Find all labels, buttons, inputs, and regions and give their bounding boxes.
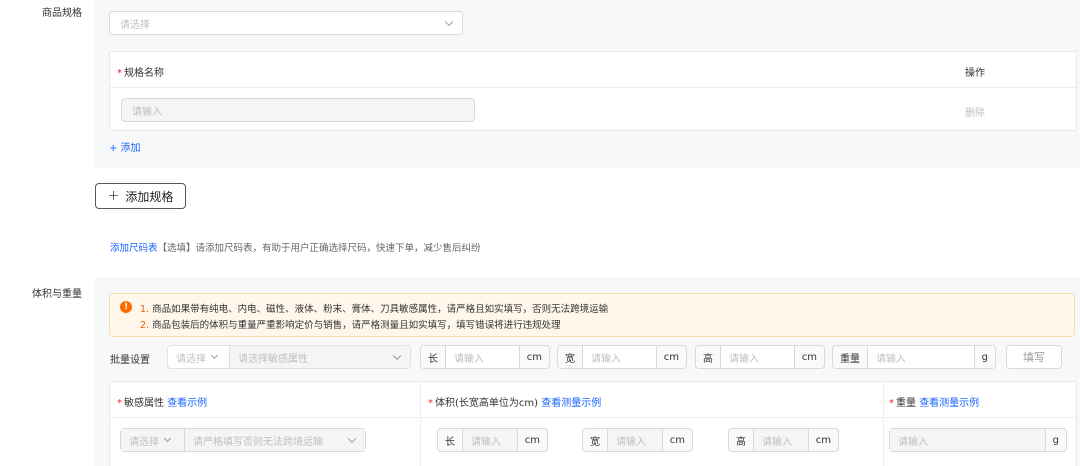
warning-icon: ! [120, 301, 132, 313]
spec-name-input[interactable]: 请输入 [121, 98, 475, 122]
volume-table: * 敏感属性 查看示例 * 体积(长宽高单位为cm) 查看测量示例 * 重量 查看测量… [109, 381, 1077, 466]
batch-height-input[interactable]: 高 请输入 cm [695, 345, 825, 369]
fill-button[interactable]: 填写 [1006, 345, 1062, 369]
batch-weight-input[interactable]: 重量 请输入 g [832, 345, 996, 369]
spec-section-label: 商品规格 [42, 8, 82, 19]
delete-button[interactable]: 删除 [965, 104, 985, 119]
plus-icon: + [107, 188, 120, 204]
col-action: 操作 [965, 68, 985, 79]
spec-table: * 规格名称 操作 请输入 删除 [109, 51, 1077, 131]
spec-select-placeholder: 请选择 [120, 19, 150, 31]
size-chart-row: 添加尺码表【选填】请添加尺码表，有助于用户正确选择尺码，快速下单，减少售后纠纷 [110, 240, 481, 254]
chevron-down-icon [444, 17, 454, 27]
row-height-input[interactable]: 高 请输入 cm [728, 428, 839, 452]
col-sensitive: * 敏感属性 查看示例 [117, 398, 208, 409]
spec-select[interactable]: 请选择 [109, 11, 463, 35]
row-sensitive-attr[interactable]: 请严格填写否则无法跨境运输 [185, 429, 365, 451]
col-volume: * 体积(长宽高单位为cm) 查看测量示例 [428, 398, 602, 409]
volume-section-label: 体积与重量 [32, 289, 82, 300]
add-row-link[interactable]: + 添加 [109, 139, 141, 154]
batch-select[interactable]: 请选择 [168, 346, 230, 368]
row-weight-input[interactable]: 请输入 g [889, 428, 1067, 452]
row-width-input[interactable]: 宽 请输入 cm [582, 428, 693, 452]
chevron-down-icon [392, 351, 402, 361]
size-chart-link[interactable]: 添加尺码表 [110, 243, 158, 254]
col-weight: * 重量 查看测量示例 [889, 398, 980, 409]
spec-table-header: * 规格名称 操作 [110, 52, 1076, 88]
chevron-down-icon [210, 351, 219, 359]
warning-alert: ! 1. 商品如果带有纯电、内电、磁性、液体、粉末、膏体、刀具敏感属性，请严格且… [109, 293, 1075, 337]
spec-panel: 请选择 * 规格名称 操作 请输入 删除 + 添加 [95, 0, 1080, 168]
batch-sensitive-attr[interactable]: 请选择敏感属性 [230, 346, 410, 368]
chevron-down-icon [347, 434, 357, 444]
batch-width-input[interactable]: 宽 请输入 cm [557, 345, 687, 369]
size-chart-hint: 【选填】请添加尺码表，有助于用户正确选择尺码，快速下单，减少售后纠纷 [157, 243, 481, 254]
alert-line-2: 2. 商品包装后的体积与重量严重影响定价与销售，请严格测量且如实填写，填写错误将… [140, 320, 561, 331]
sensitive-example-link[interactable]: 查看示例 [167, 398, 207, 409]
chevron-down-icon [163, 434, 172, 442]
batch-label: 批量设置 [110, 355, 150, 366]
add-spec-button[interactable]: + 添加规格 [95, 183, 186, 209]
row-length-input[interactable]: 长 请输入 cm [437, 428, 548, 452]
batch-sensitive-select[interactable]: 请选择 请选择敏感属性 [167, 345, 411, 369]
row-sensitive-select[interactable]: 请选择 请严格填写否则无法跨境运输 [120, 428, 366, 452]
alert-line-1: 1. 商品如果带有纯电、内电、磁性、液体、粉末、膏体、刀具敏感属性，请严格且如实… [140, 304, 609, 315]
volume-example-link[interactable]: 查看测量示例 [541, 398, 601, 409]
volume-table-header: * 敏感属性 查看示例 * 体积(长宽高单位为cm) 查看测量示例 * 重量 查看测量… [110, 382, 1076, 418]
col-spec-name: 规格名称 [124, 68, 164, 79]
add-spec-button-label: 添加规格 [125, 189, 174, 204]
weight-example-link[interactable]: 查看测量示例 [919, 398, 979, 409]
batch-length-input[interactable]: 长 请输入 cm [420, 345, 550, 369]
spec-name-input-placeholder: 请输入 [132, 106, 162, 118]
row-select[interactable]: 请选择 [121, 429, 185, 451]
